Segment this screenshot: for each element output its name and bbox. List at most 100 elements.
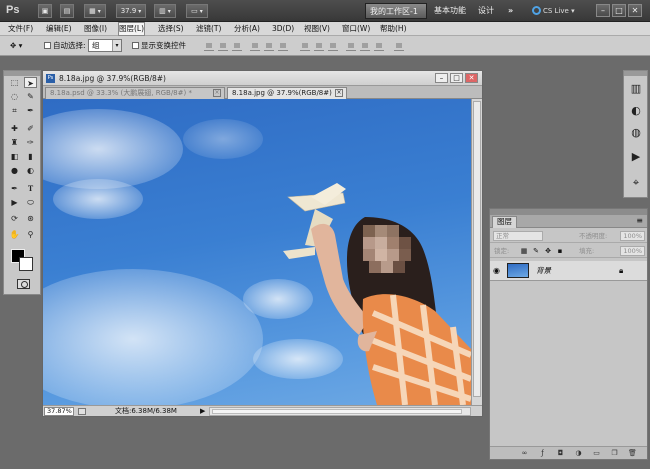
menu-layer[interactable]: 图层(L) <box>118 22 146 36</box>
distribute-left-icon[interactable] <box>346 41 356 51</box>
fill-field[interactable]: 100% <box>620 246 645 256</box>
align-bottom-icon[interactable] <box>232 41 242 51</box>
menu-view[interactable]: 视图(V) <box>304 22 330 36</box>
auto-select-checkbox[interactable]: 自动选择: <box>44 40 86 52</box>
cs-live-button[interactable]: CS Live ▾ <box>532 4 575 18</box>
tools-panel-grip[interactable] <box>4 71 40 76</box>
doc-maximize-button[interactable]: □ <box>450 73 463 83</box>
link-layers-icon[interactable]: ∞ <box>520 449 529 458</box>
eraser-tool-icon[interactable]: ◧ <box>8 151 21 162</box>
image-canvas[interactable] <box>43 99 471 405</box>
history-brush-tool-icon[interactable]: ✑ <box>24 137 37 148</box>
lasso-tool-icon[interactable]: ◌ <box>8 91 21 102</box>
distribute-bottom-icon[interactable] <box>328 41 338 51</box>
distribute-hcenter-icon[interactable] <box>360 41 370 51</box>
clone-stamp-tool-icon[interactable]: ♜ <box>8 137 21 148</box>
add-mask-icon[interactable]: ◘ <box>556 449 565 458</box>
blur-tool-icon[interactable]: ● <box>8 165 21 176</box>
minimize-button[interactable]: – <box>596 4 610 17</box>
histogram-icon[interactable]: ▥ <box>628 81 644 97</box>
workspace-more-button[interactable]: » <box>504 3 520 19</box>
panel-menu-icon[interactable]: ≡ <box>636 216 643 226</box>
workspace-design[interactable]: 设计 <box>474 3 500 19</box>
adjustment-layer-icon[interactable]: ◑ <box>574 449 583 458</box>
close-button[interactable]: ✕ <box>628 4 642 17</box>
color-panel-icon[interactable]: ◐ <box>628 103 644 119</box>
distribute-top-icon[interactable] <box>300 41 310 51</box>
lock-image-icon[interactable]: ✎ <box>532 247 540 255</box>
pen-tool-icon[interactable]: ✒ <box>8 183 21 194</box>
workspace-essentials[interactable]: 基本功能 <box>430 3 470 19</box>
dock-grip[interactable] <box>624 71 647 76</box>
screen-mode-button[interactable]: ▭ ▾ <box>186 4 208 18</box>
auto-align-layers-icon[interactable] <box>394 41 404 51</box>
lock-position-icon[interactable]: ✥ <box>544 247 552 255</box>
align-top-icon[interactable] <box>204 41 214 51</box>
doc-minimize-button[interactable]: – <box>435 73 448 83</box>
menu-select[interactable]: 选择(S) <box>158 22 184 36</box>
actions-icon[interactable]: ▶ <box>628 149 644 165</box>
new-group-icon[interactable]: ▭ <box>592 449 601 458</box>
distribute-right-icon[interactable] <box>374 41 384 51</box>
align-right-icon[interactable] <box>278 41 288 51</box>
status-menu-arrow-icon[interactable]: ▶ <box>200 406 205 417</box>
zoom-field[interactable]: 37.87% <box>44 407 74 416</box>
vertical-scrollbar[interactable] <box>471 99 482 405</box>
quick-selection-tool-icon[interactable]: ✎ <box>24 91 37 102</box>
menu-file[interactable]: 文件(F) <box>8 22 33 36</box>
menu-help[interactable]: 帮助(H) <box>380 22 407 36</box>
spot-healing-tool-icon[interactable]: ✚ <box>8 123 21 134</box>
tab-jpg-document[interactable]: 8.18a.jpg @ 37.9%(RGB/8#) × <box>227 87 347 99</box>
doc-close-button[interactable]: ✕ <box>465 73 478 83</box>
menu-filter[interactable]: 滤镜(T) <box>196 22 221 36</box>
brush-tool-icon[interactable]: ✐ <box>24 123 37 134</box>
layer-row-background[interactable]: ◉ 背景 🔒︎ <box>490 261 647 281</box>
shape-tool-icon[interactable]: ⬭ <box>24 197 37 208</box>
delete-layer-icon[interactable]: 🗑︎ <box>628 449 637 458</box>
document-title-bar[interactable]: Ps 8.18a.jpg @ 37.9%(RGB/8#) – □ ✕ <box>43 71 482 86</box>
marquee-tool-icon[interactable]: ⬚ <box>8 77 21 88</box>
eyedropper-tool-icon[interactable]: ✒ <box>24 105 37 116</box>
dodge-tool-icon[interactable]: ◐ <box>24 165 37 176</box>
align-hcenter-icon[interactable] <box>264 41 274 51</box>
distribute-vcenter-icon[interactable] <box>314 41 324 51</box>
3d-rotate-tool-icon[interactable]: ⟳ <box>8 213 21 224</box>
menu-3d[interactable]: 3D(D) <box>272 22 294 36</box>
view-extras-button[interactable]: ▦ ▾ <box>84 4 106 18</box>
scrollbar-thumb[interactable] <box>473 101 481 397</box>
menu-analysis[interactable]: 分析(A) <box>234 22 260 36</box>
gradient-tool-icon[interactable]: ▮ <box>24 151 37 162</box>
align-left-icon[interactable] <box>250 41 260 51</box>
tab-layers[interactable]: 图层 <box>492 216 517 228</box>
opacity-field[interactable]: 100% <box>620 231 645 241</box>
menu-image[interactable]: 图像(I) <box>84 22 107 36</box>
bridge-button[interactable]: ▣ <box>38 4 52 18</box>
new-layer-icon[interactable]: ❐ <box>610 449 619 458</box>
horizontal-scrollbar[interactable] <box>209 407 471 416</box>
scrollbar-thumb[interactable] <box>212 409 462 414</box>
auto-select-dropdown[interactable]: 组 ▾ <box>88 39 122 52</box>
path-selection-tool-icon[interactable]: ▶ <box>8 197 21 208</box>
menu-edit[interactable]: 编辑(E) <box>46 22 72 36</box>
layer-style-icon[interactable]: ƒ <box>538 449 547 458</box>
close-icon[interactable]: × <box>213 89 221 97</box>
move-tool-icon[interactable]: ➤ <box>24 77 37 88</box>
menu-window[interactable]: 窗口(W) <box>342 22 370 36</box>
transform-icon[interactable]: ⌖ <box>628 175 644 191</box>
mini-bridge-button[interactable]: ▤ <box>60 4 74 18</box>
lock-transparent-icon[interactable]: ▦ <box>520 247 528 255</box>
blend-mode-dropdown[interactable]: 正常 <box>493 231 543 241</box>
workspace-my-workspace[interactable]: 我的工作区-1 <box>365 3 427 19</box>
zoom-level-dropdown[interactable]: 37.9 ▾ <box>116 4 146 18</box>
status-info-icon[interactable] <box>78 408 86 415</box>
visibility-eye-icon[interactable]: ◉ <box>493 266 503 276</box>
type-tool-icon[interactable]: T <box>24 183 37 194</box>
zoom-tool-icon[interactable]: ⚲ <box>24 229 37 240</box>
3d-orbit-tool-icon[interactable]: ⊛ <box>24 213 37 224</box>
background-color-swatch[interactable] <box>19 257 33 271</box>
navigator-icon[interactable]: ◍ <box>628 125 644 141</box>
hand-tool-icon[interactable]: ✋ <box>8 229 21 240</box>
tool-preset-picker[interactable]: ✥ ▾ <box>10 40 22 52</box>
arrange-documents-button[interactable]: ▥ ▾ <box>154 4 176 18</box>
lock-all-icon[interactable]: ▪ <box>556 247 564 255</box>
